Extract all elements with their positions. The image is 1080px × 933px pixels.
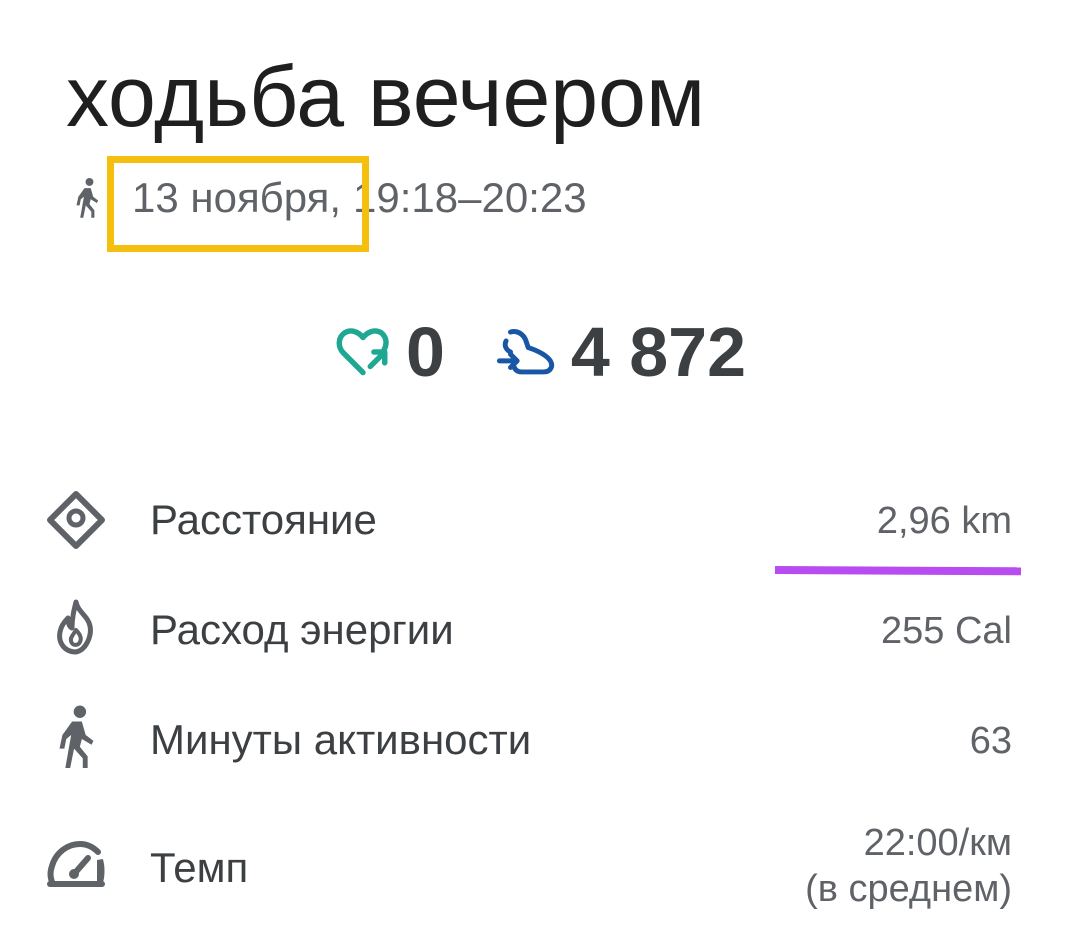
summary-stats: 0 4 872 — [0, 312, 1080, 392]
metric-value: 63 — [969, 720, 1012, 762]
metric-row-distance[interactable]: Расстояние 2,96 km — [0, 470, 1080, 570]
heart-points-icon — [336, 328, 389, 376]
metric-value: 255 Cal — [881, 610, 1012, 652]
metric-label: Расстояние — [150, 496, 377, 543]
activity-title: ходьба вечером — [66, 49, 706, 145]
metric-label: Минуты активности — [150, 716, 532, 763]
date-highlight-box — [107, 156, 369, 252]
value-underline — [774, 566, 1022, 576]
walking-icon — [76, 177, 99, 218]
metric-row-pace[interactable]: Темп 22:00/км (в среднем) — [0, 810, 1080, 920]
location-diamond-icon — [47, 491, 105, 549]
metric-row-energy[interactable]: Расход энергии 255 Cal — [0, 580, 1080, 680]
metric-value: 2,96 km — [876, 500, 1012, 542]
metric-label: Расход энергии — [150, 606, 454, 653]
activity-time-range: 19:18–20:23 — [353, 174, 587, 221]
metric-label: Темп — [150, 844, 249, 891]
metric-value: 22:00/км (в среднем) — [805, 820, 1012, 912]
flame-icon — [57, 599, 93, 655]
metric-row-active-minutes[interactable]: Минуты активности 63 — [0, 690, 1080, 790]
pace-note: (в среднем) — [805, 868, 1012, 910]
heart-points-stat[interactable]: 0 — [334, 312, 445, 392]
steps-icon — [496, 329, 555, 375]
steps-stat[interactable]: 4 872 — [495, 312, 746, 392]
pace-value: 22:00/км — [863, 822, 1012, 864]
speedometer-icon — [47, 840, 105, 887]
walking-icon — [59, 705, 94, 769]
heart-points-value: 0 — [405, 313, 445, 391]
steps-value: 4 872 — [570, 313, 747, 391]
